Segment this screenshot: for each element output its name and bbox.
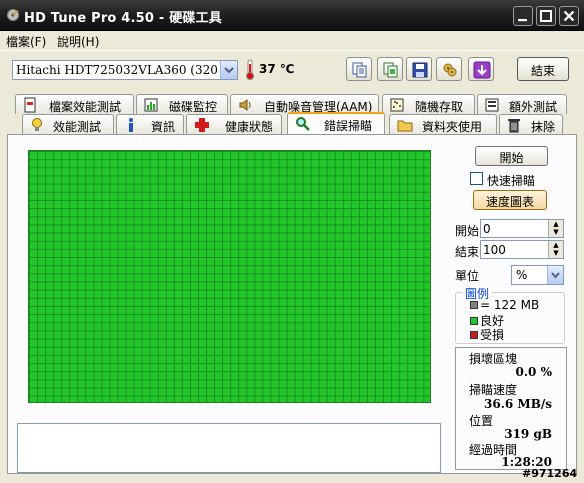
quick-scan-label: 快速掃瞄 [487,174,536,188]
trash-icon [508,119,520,133]
tab-label: 隨機存取 [415,100,464,114]
copy-screenshot-icon [383,62,398,78]
tab-extra-tests[interactable]: 額外測試 [477,94,567,114]
tab-label: 額外測試 [509,100,558,114]
close-icon [563,10,575,22]
tab-health[interactable]: 健康狀態 [186,114,282,134]
save-icon [412,62,428,78]
tab-info[interactable]: 資訊 [116,114,184,134]
spin-down-icon[interactable]: ▼ [549,249,563,257]
spin-up-icon[interactable]: ▲ [549,220,563,228]
tab-label: 健康狀態 [225,120,274,134]
minimize-icon [518,19,527,22]
quick-scan-checkbox[interactable] [470,172,483,185]
tab-error-scan[interactable]: 錯誤掃瞄 [287,112,385,134]
extra-tests-icon [485,98,499,112]
menu-file[interactable]: 檔案(F) [6,33,46,50]
temperature-display: 37 ℃ [243,59,303,81]
maximize-button[interactable] [536,6,556,26]
tab-disk-monitor[interactable]: 磁碟監控 [136,94,228,114]
end-spinner[interactable]: ▲ ▼ [548,241,563,258]
unit-value: % [516,268,528,282]
bulb-icon [32,118,42,131]
tab-aam[interactable]: 自動噪音管理(AAM) [230,94,379,114]
tab-label: 資料夾使用 [422,120,483,134]
end-label: 結束 [455,245,480,259]
exit-button[interactable]: 結束 [517,57,569,81]
tab-label: 資訊 [151,120,176,134]
spin-down-icon[interactable]: ▼ [549,228,563,236]
options-button[interactable] [436,57,462,81]
speed-map-button[interactable]: 速度圖表 [473,190,547,210]
drive-select-value: Hitachi HDT725032VLA360 (320 gB) [16,63,238,77]
tab-erase[interactable]: 抹除 [499,114,563,134]
unit-label: 單位 [455,269,480,283]
copy-text-button[interactable] [346,57,372,81]
health-cross-icon [195,118,209,132]
legend-item-damaged: 受損 [470,326,504,343]
file-benchmark-icon [24,97,36,113]
start-label: 開始 [455,224,480,238]
damaged-blocks-value: 0.0 % [515,365,552,379]
window-title: HD Tune Pro 4.50 - 硬碟工具 [24,11,223,26]
start-spinner[interactable]: ▲ ▼ [548,220,563,237]
drive-select[interactable]: Hitachi HDT725032VLA360 (320 gB) [12,60,238,80]
title-bar[interactable]: HD Tune Pro 4.50 - 硬碟工具 [0,0,584,31]
copy-text-icon [352,62,367,78]
position-label: 位置 [469,414,494,428]
position-value: 319 gB [504,427,552,441]
tab-random-access[interactable]: 隨機存取 [382,94,475,114]
watermark: #971264 [522,467,578,480]
temperature-value: 37 ℃ [259,62,295,76]
scan-log[interactable] [17,423,441,473]
tab-label: 抹除 [531,120,556,134]
info-icon [129,118,133,132]
spin-up-icon[interactable]: ▲ [549,241,563,249]
disk-monitor-icon [144,98,158,112]
scan-speed-value: 36.6 MB/s [484,397,552,411]
app-window: HD Tune Pro 4.50 - 硬碟工具 檔案(F) 說明(H) Hita… [0,0,584,483]
block-map [28,150,431,403]
start-scan-button[interactable]: 開始 [475,146,548,166]
tab-label: 效能測試 [53,120,102,134]
menu-help[interactable]: 說明(H) [57,33,99,50]
save-button[interactable] [406,57,432,81]
app-icon [6,8,20,22]
magnifier-icon [296,117,310,131]
tab-label: 磁碟監控 [169,100,218,114]
damaged-blocks-label: 損壞區塊 [469,352,518,366]
minimize-button[interactable] [513,6,533,26]
start-input[interactable]: 0 ▲ ▼ [480,219,564,238]
green-swatch [470,317,478,325]
start-value: 0 [483,222,491,236]
thermometer-icon [246,59,254,80]
copy-screenshot-button[interactable] [377,57,403,81]
download-button[interactable] [468,57,494,81]
legend-item-block-size: = 122 MB [470,298,539,312]
options-icon [443,63,457,77]
folder-icon [397,120,413,132]
tab-label: 檔案效能測試 [49,100,122,114]
maximize-icon [540,10,552,22]
legend-label: = 122 MB [480,298,540,312]
scan-speed-label: 掃瞄速度 [469,383,518,397]
random-access-icon [390,98,404,112]
chevron-down-icon[interactable] [220,61,237,79]
end-value: 100 [483,243,506,257]
chevron-down-icon[interactable] [547,266,563,284]
tab-file-benchmark[interactable]: 檔案效能測試 [15,94,134,114]
menu-bar: 檔案(F) 說明(H) [0,31,584,50]
end-input[interactable]: 100 ▲ ▼ [480,240,564,259]
unit-select[interactable]: % [511,265,564,285]
speaker-icon [239,99,251,111]
gray-swatch [470,301,478,309]
download-icon [473,61,491,79]
tab-label: 錯誤掃瞄 [324,119,373,133]
legend-label: 受損 [480,328,505,342]
tab-benchmark[interactable]: 效能測試 [22,114,114,134]
close-button[interactable] [559,6,579,26]
red-swatch [470,331,478,339]
toolbar: Hitachi HDT725032VLA360 (320 gB) 37 ℃ 結束 [0,50,584,88]
tab-folder-usage[interactable]: 資料夾使用 [389,114,497,134]
